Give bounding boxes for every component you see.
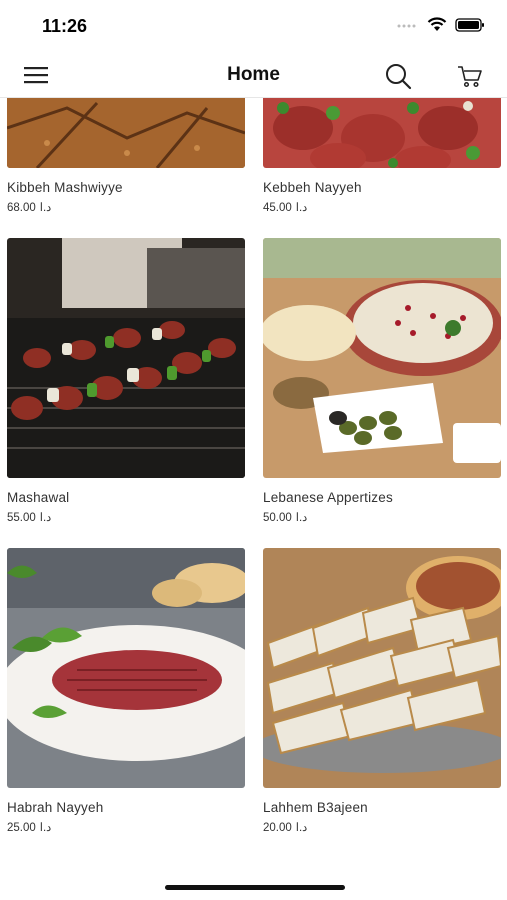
product-image[interactable]	[263, 548, 501, 788]
price-value: 68.00	[7, 202, 36, 214]
price-value: 25.00	[7, 822, 36, 834]
product-image[interactable]	[7, 238, 245, 478]
product-name[interactable]: Lahhem B3ajeen	[263, 800, 501, 815]
cart-icon	[458, 66, 482, 88]
product-card[interactable]: Lebanese Appertizes 50.00 د.ا	[263, 238, 501, 524]
currency-symbol: د.ا	[39, 512, 52, 524]
product-image[interactable]	[263, 98, 501, 168]
price-value: 45.00	[263, 202, 292, 214]
product-price: 20.00 د.ا	[263, 820, 501, 834]
product-name[interactable]: Kibbeh Mashwiyye	[7, 180, 245, 195]
product-price: 25.00 د.ا	[7, 820, 245, 834]
currency-symbol: د.ا	[295, 202, 308, 214]
cart-button[interactable]	[455, 62, 485, 90]
product-card[interactable]: Kibbeh Mashwiyye 68.00 د.ا	[7, 98, 245, 214]
currency-symbol: د.ا	[295, 512, 308, 524]
product-card[interactable]: Mashawal 55.00 د.ا	[7, 238, 245, 524]
product-name[interactable]: Lebanese Appertizes	[263, 490, 501, 505]
search-icon	[386, 64, 412, 90]
price-value: 55.00	[7, 512, 36, 524]
product-price: 45.00 د.ا	[263, 200, 501, 214]
currency-symbol: د.ا	[295, 822, 308, 834]
product-card[interactable]: Habrah Nayyeh 25.00 د.ا	[7, 548, 245, 834]
battery-icon	[455, 17, 484, 32]
product-price: 50.00 د.ا	[263, 510, 501, 524]
currency-symbol: د.ا	[39, 202, 52, 214]
currency-symbol: د.ا	[39, 822, 52, 834]
status-time: 11:26	[42, 16, 88, 36]
product-card[interactable]: Kebbeh Nayyeh 45.00 د.ا	[263, 98, 501, 214]
price-value: 20.00	[263, 822, 292, 834]
page-title: Home	[227, 64, 280, 85]
product-name[interactable]: Habrah Nayyeh	[7, 800, 245, 815]
product-name[interactable]: Kebbeh Nayyeh	[263, 180, 501, 195]
product-grid: Kibbeh Mashwiyye 68.00 د.ا Kebbeh Nayyeh …	[0, 98, 507, 858]
navigation-bar: Home	[0, 52, 507, 98]
search-button[interactable]	[383, 61, 413, 91]
signal-icon	[397, 24, 416, 27]
price-value: 50.00	[263, 512, 292, 524]
home-indicator[interactable]	[165, 885, 345, 890]
product-name[interactable]: Mashawal	[7, 490, 245, 505]
product-image[interactable]	[7, 548, 245, 788]
product-image[interactable]	[7, 98, 245, 168]
product-card[interactable]: Lahhem B3ajeen 20.00 د.ا	[263, 548, 501, 834]
wifi-icon	[427, 17, 447, 31]
product-price: 55.00 د.ا	[7, 510, 245, 524]
status-icons	[397, 17, 485, 32]
product-image[interactable]	[263, 238, 501, 478]
status-bar: 11:26	[0, 0, 507, 50]
product-price: 68.00 د.ا	[7, 200, 245, 214]
